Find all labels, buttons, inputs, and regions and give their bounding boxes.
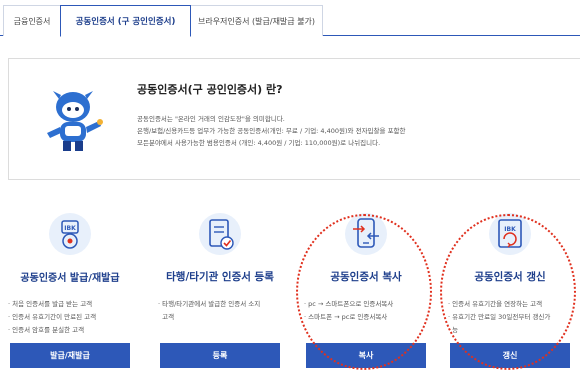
card-issue: IBK 공동인증서 발급/재발급 · 처음 인증서를 발급 받는 고객 · 인증… [0, 212, 140, 386]
card-bullets: · 타행/타기관에서 발급한 인증서 소지 고객 [158, 298, 290, 324]
mascot-icon [47, 91, 103, 151]
highlight-circle-renew [440, 214, 576, 370]
tab-joint-certificate[interactable]: 공동인증서 (구 공인인증서) [60, 5, 191, 37]
info-line: 모든분야에서 사용가능한 범용인증서 (개인: 4,400원 / 기업: 110… [137, 139, 381, 147]
list-item: · 인증서 암호를 분실한 고객 [8, 326, 85, 334]
tab-financial-certificate[interactable]: 금융인증서 [3, 5, 61, 36]
list-item: · 처음 인증서를 발급 받는 고객 [8, 300, 93, 308]
list-item: 고객 [162, 313, 175, 321]
list-item: · 타행/타기관에서 발급한 인증서 소지 [158, 300, 261, 308]
issue-button[interactable]: 발급/재발급 [10, 343, 130, 368]
info-description: 공동인증서는 "온라인 거래의 인감도장"을 의미합니다. 은행/보험/신용카드… [137, 113, 406, 149]
tab-browser-certificate[interactable]: 브라우저인증서 (발급/재발급 불가) [190, 5, 323, 36]
info-box: 공동인증서(구 공인인증서) 란? 공동인증서는 "온라인 거래의 인감도장"을… [8, 58, 580, 180]
info-title: 공동인증서(구 공인인증서) 란? [137, 83, 283, 96]
card-bullets: · 처음 인증서를 발급 받는 고객 · 인증서 유효기간이 만료된 고객 · … [8, 298, 140, 337]
card-title: 타행/타기관 인증서 등록 [166, 271, 274, 283]
card-title: 공동인증서 발급/재발급 [20, 273, 120, 284]
info-line: 공동인증서는 "온라인 거래의 인감도장"을 의미합니다. [137, 115, 285, 123]
document-check-icon [199, 213, 241, 255]
tab-bar: 금융인증서 공동인증서 (구 공인인증서) 브라우저인증서 (발급/재발급 불가… [0, 0, 580, 37]
card-register: 타행/타기관 인증서 등록 · 타행/타기관에서 발급한 인증서 소지 고객 등… [150, 212, 290, 386]
ibk-label: IBK [64, 225, 76, 232]
info-line: 은행/보험/신용카드등 업무가 가능한 공동인증서(개인: 무료 / 기업: 4… [137, 127, 406, 135]
list-item: · 인증서 유효기간이 만료된 고객 [8, 313, 97, 321]
highlight-circle-copy [296, 214, 432, 370]
ibk-certificate-icon: IBK [49, 213, 91, 255]
register-button[interactable]: 등록 [160, 343, 280, 368]
